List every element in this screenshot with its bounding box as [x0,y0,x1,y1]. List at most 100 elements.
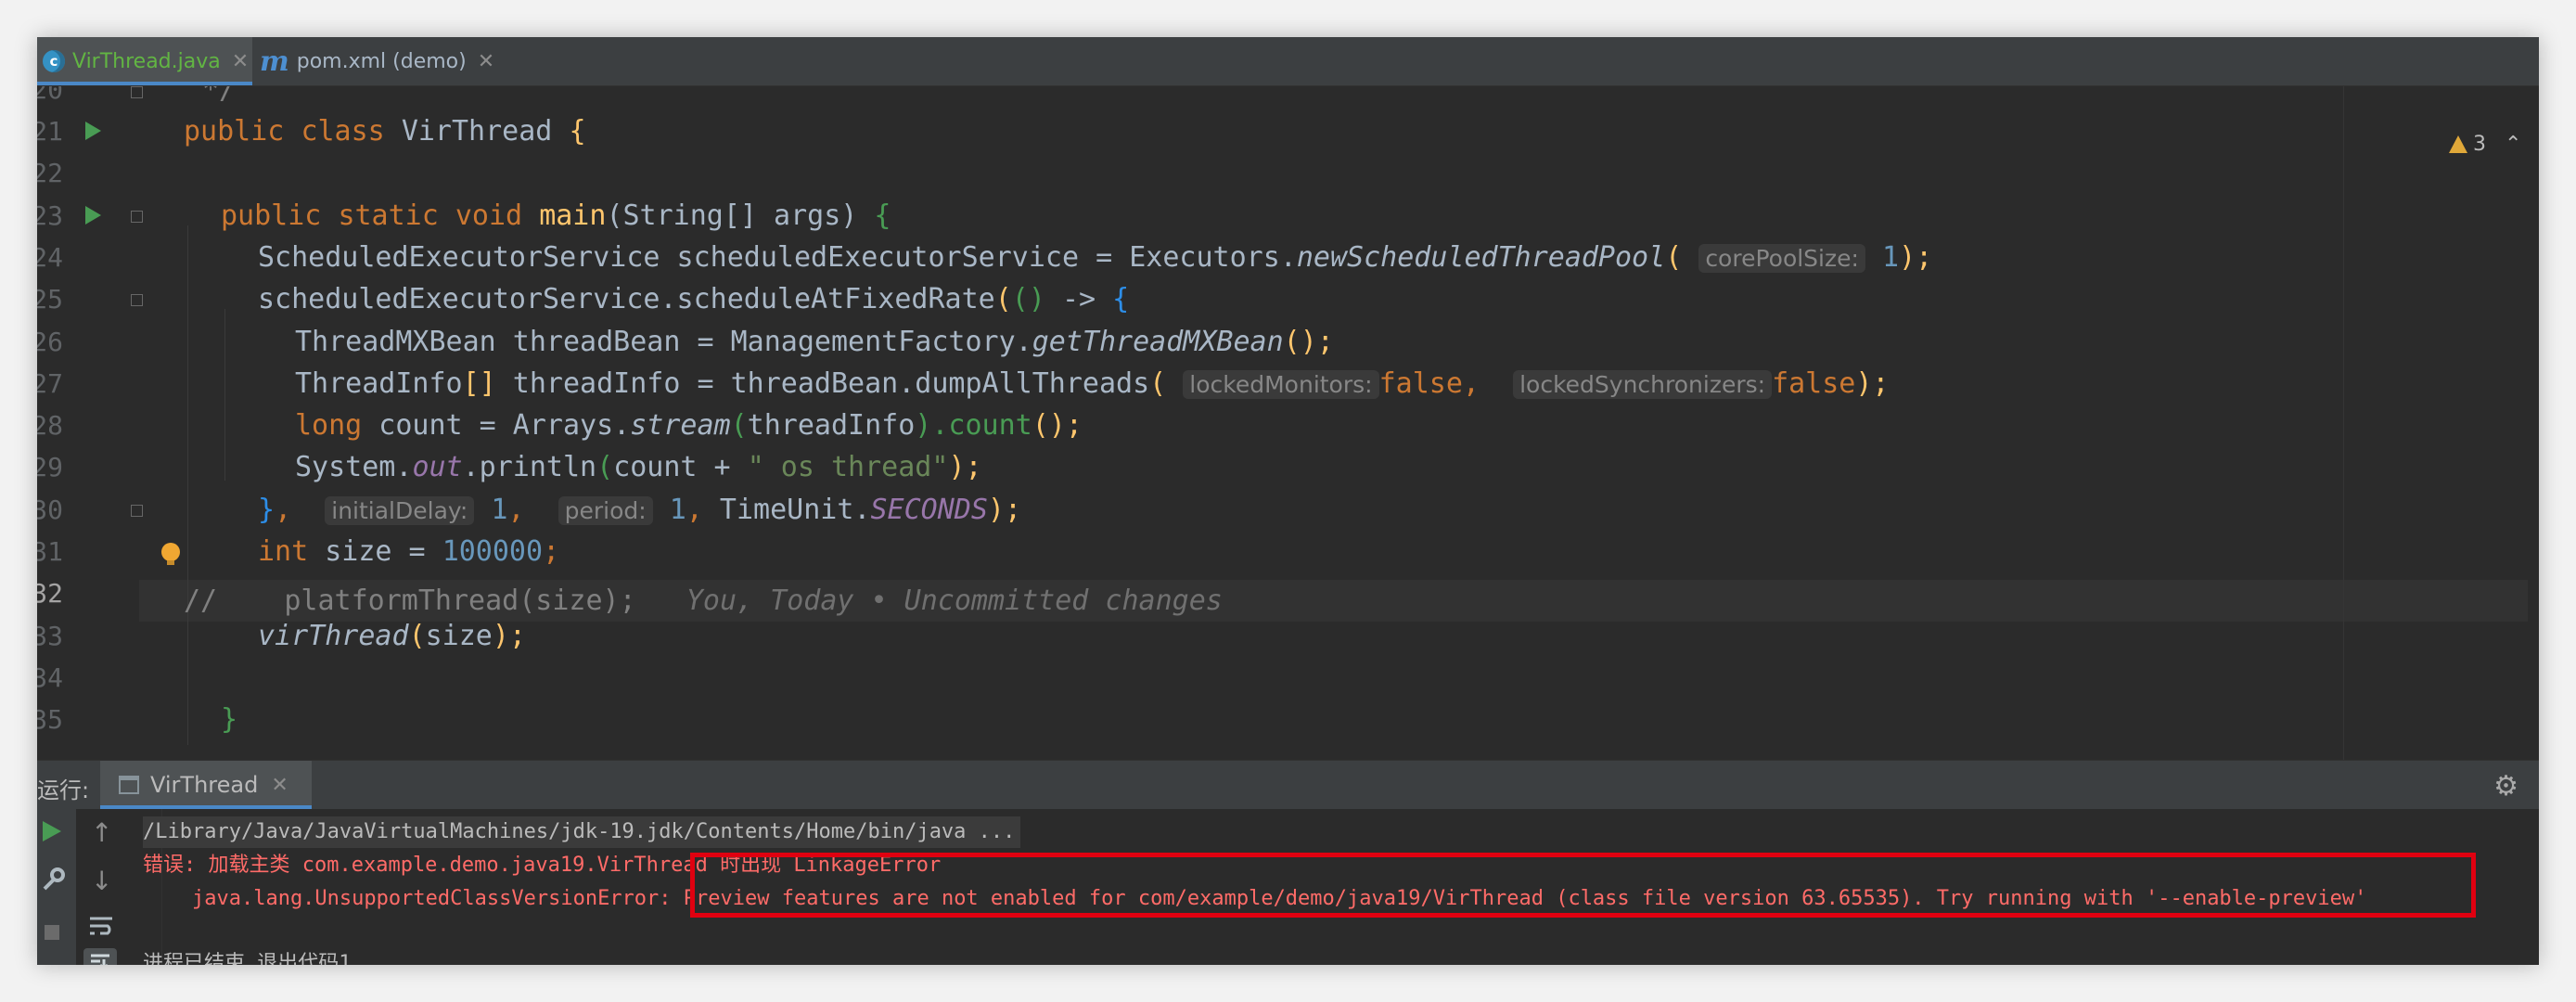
code-text: ThreadMXBean threadBean = ManagementFact… [295,326,1032,358]
brace: } [221,703,238,736]
run-tool-window-header: 运行: VirThread ✕ ⚙ [37,760,2539,809]
run-console[interactable]: ↑ ↓ /Library/Java/JavaVirtualMachines/jd… [37,809,2539,965]
soft-wrap-icon[interactable] [87,913,115,944]
paren: () [1011,283,1045,315]
static-field: SECONDS [870,494,988,526]
paren: ); [987,494,1022,526]
code-text: .println [462,451,597,483]
static-method: newScheduledThreadPool [1296,241,1666,274]
semicolon: ; [543,535,560,568]
code-line-29: System.out.println(count + " os thread")… [295,446,982,488]
keyword: false, [1378,367,1480,400]
warning-count: 3 [2473,133,2486,156]
code-line-27: ThreadInfo[] threadInfo = threadBean.dum… [295,363,1890,405]
scroll-to-end-icon[interactable] [83,948,117,965]
arrow: -> [1044,283,1113,315]
paren: ( [1149,367,1167,400]
arrow-down-icon[interactable]: ↓ [91,868,112,894]
string-literal: " os thread" [747,451,949,483]
comment-end: */ [202,86,237,106]
code-line-26: ThreadMXBean threadBean = ManagementFact… [295,321,1334,363]
paren: (); [1032,409,1083,442]
brace: { [569,115,586,148]
inspection-widget[interactable]: 3 ⌃ [2449,133,2521,156]
rerun-icon[interactable] [39,818,63,849]
tab-label: pom.xml (demo) [296,49,467,73]
tab-virthread-java[interactable]: c VirThread.java ✕ [37,37,252,85]
editor-tab-bar: c VirThread.java ✕ m pom.xml (demo) ✕ [37,37,2539,86]
java-class-icon: c [43,50,65,72]
git-blame-annotation: You, Today • Uncommitted changes [686,584,1223,617]
paren: ); [948,451,982,483]
brace: } [258,494,276,526]
keyword: class [301,115,385,148]
console-command-line: /Library/Java/JavaVirtualMachines/jdk-19… [143,816,1021,848]
keyword: false [1772,367,1856,400]
static-method: stream [630,409,731,442]
param-hint: corePoolSize: [1698,244,1865,273]
paren: ( [1665,241,1683,274]
chevron-up-icon[interactable]: ⌃ [2505,133,2521,156]
code-line-24: ScheduledExecutorService scheduledExecut… [258,237,1932,278]
line-comment: // platformThread(size); [184,584,636,617]
code-text: scheduledExecutorService.scheduleAtFixed… [258,283,995,315]
run-label: 运行: [37,777,90,803]
method-name: main [539,199,607,232]
keyword: int [258,535,309,568]
paren: ); [1855,367,1890,400]
code-line-23: public static void main(String[] args) { [221,195,891,237]
comma: , [275,494,292,526]
arrow-up-icon[interactable]: ↑ [91,820,112,846]
paren: ( [994,283,1012,315]
keyword: long [295,409,363,442]
bracket: [] [462,367,496,400]
code-text: TimeUnit. [719,494,871,526]
exception-type: java.lang.UnsupportedClassVersionError: [143,887,684,910]
param-hint: initialDelay: [325,496,475,525]
brace: { [1112,283,1130,315]
code-text: threadInfo = threadBean.dumpAllThreads [495,367,1150,400]
code-text: size = [308,535,442,568]
number: 1 [491,494,508,526]
code-text: threadInfo [747,409,916,442]
brace: { [874,199,891,232]
code-line-28: long count = Arrays.stream(threadInfo).c… [295,405,1083,446]
run-tab-virthread[interactable]: VirThread ✕ [100,761,312,809]
stop-icon[interactable] [43,920,61,946]
maven-icon: m [260,45,289,78]
keyword: public [184,115,285,148]
paren: ( [408,620,426,652]
number: 1 [669,494,686,526]
gear-icon[interactable]: ⚙ [2493,770,2518,803]
code-text: ThreadInfo [295,367,463,400]
paren: ( [730,409,748,442]
console-exit-line: 进程已结束,退出代码1 [143,952,352,965]
warning-icon [2449,135,2467,153]
code-text: size [425,620,493,652]
keyword: static [338,199,439,232]
number: 1 [1882,241,1900,274]
tab-pom-xml[interactable]: m pom.xml (demo) ✕ [260,37,494,85]
keyword: public [221,199,322,232]
run-config-icon [119,776,139,794]
paren: (); [1283,326,1334,358]
params: (String[] args) [606,199,875,232]
wrench-icon[interactable] [39,867,65,897]
keyword: void [455,199,523,232]
run-tab-label: VirThread [150,772,259,798]
code-editor[interactable]: 20 21 22 23 24 25 26 27 28 29 30 31 32 3… [37,86,2539,760]
param-hint: lockedMonitors: [1183,370,1379,399]
static-field: out [412,451,463,483]
code-line-20: */ [202,86,236,110]
paren: ( [596,451,614,483]
code-line-33: virThread(size); [258,615,526,657]
method-call: virThread [258,620,409,652]
ide-window: c VirThread.java ✕ m pom.xml (demo) ✕ 20… [37,37,2539,965]
tab-label: VirThread.java [72,49,221,73]
param-hint: period: [557,496,653,525]
close-icon[interactable]: ✕ [232,50,249,73]
close-icon[interactable]: ✕ [271,774,288,797]
code-line-35: } [221,699,237,740]
code-lines: */ public class VirThread { public stati… [37,86,2539,760]
close-icon[interactable]: ✕ [478,50,494,73]
